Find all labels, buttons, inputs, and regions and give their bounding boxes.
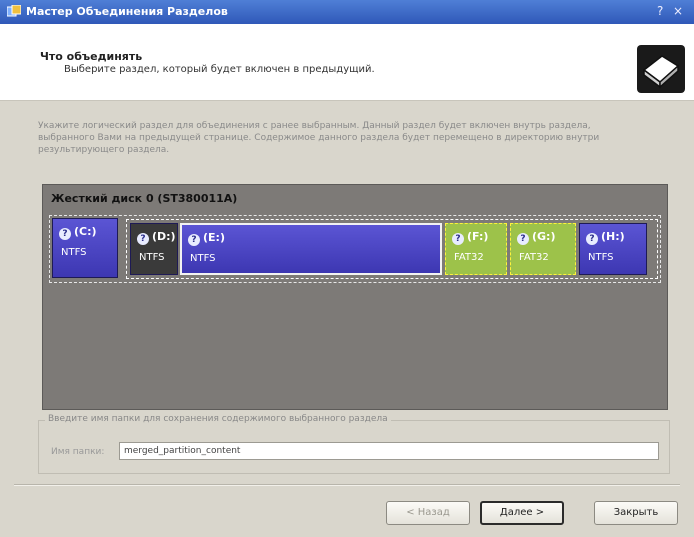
disk-label: Жесткий диск 0 (ST380011A): [51, 192, 238, 205]
folder-name-input[interactable]: [119, 442, 659, 460]
instruction-text: Укажите логический раздел для объединени…: [38, 121, 600, 155]
help-icon: ?: [137, 233, 149, 245]
help-button[interactable]: ?: [657, 4, 663, 18]
partition-track: ? (C:) NTFS ? (D:) NTFS ? (E:) NTFS ? (F:) F…: [49, 215, 661, 283]
help-icon: ?: [586, 233, 598, 245]
app-icon: [7, 5, 21, 17]
step-subtitle: Выберите раздел, который будет включен в…: [64, 64, 375, 75]
help-icon: ?: [517, 233, 529, 245]
partition-h[interactable]: ? (H:) NTFS: [579, 223, 647, 275]
partition-e[interactable]: ? (E:) NTFS: [180, 223, 442, 275]
folder-name-label: Имя папки:: [51, 447, 105, 457]
partition-d[interactable]: ? (D:) NTFS: [130, 223, 178, 275]
close-button[interactable]: Закрыть: [594, 501, 678, 525]
help-icon: ?: [59, 228, 71, 240]
wizard-header: Что объединять Выберите раздел, который …: [0, 24, 694, 101]
close-window-button[interactable]: ×: [673, 4, 683, 18]
step-title: Что объединять: [40, 50, 143, 63]
disk-merge-icon: [637, 45, 685, 93]
partition-f[interactable]: ? (F:) FAT32: [445, 223, 507, 275]
folder-name-group: Введите имя папки для сохранения содержи…: [38, 414, 670, 474]
next-button[interactable]: Далее >: [480, 501, 564, 525]
help-icon: ?: [188, 234, 200, 246]
partition-c[interactable]: ? (C:) NTFS: [52, 218, 118, 278]
folder-group-legend: Введите имя папки для сохранения содержи…: [45, 414, 391, 424]
window-title: Мастер Объединения Разделов: [26, 5, 228, 18]
footer-divider: [14, 484, 680, 486]
help-icon: ?: [452, 233, 464, 245]
disk-map-panel: Жесткий диск 0 (ST380011A) ? (C:) NTFS ?(…: [42, 184, 668, 410]
title-bar: Мастер Объединения Разделов ? ×: [0, 0, 694, 24]
back-button[interactable]: < Назад: [386, 501, 470, 525]
extended-partition: ? (D:) NTFS ? (E:) NTFS ? (F:) FAT32 ? (G:) …: [126, 219, 658, 279]
partition-g[interactable]: ? (G:) FAT32: [510, 223, 576, 275]
